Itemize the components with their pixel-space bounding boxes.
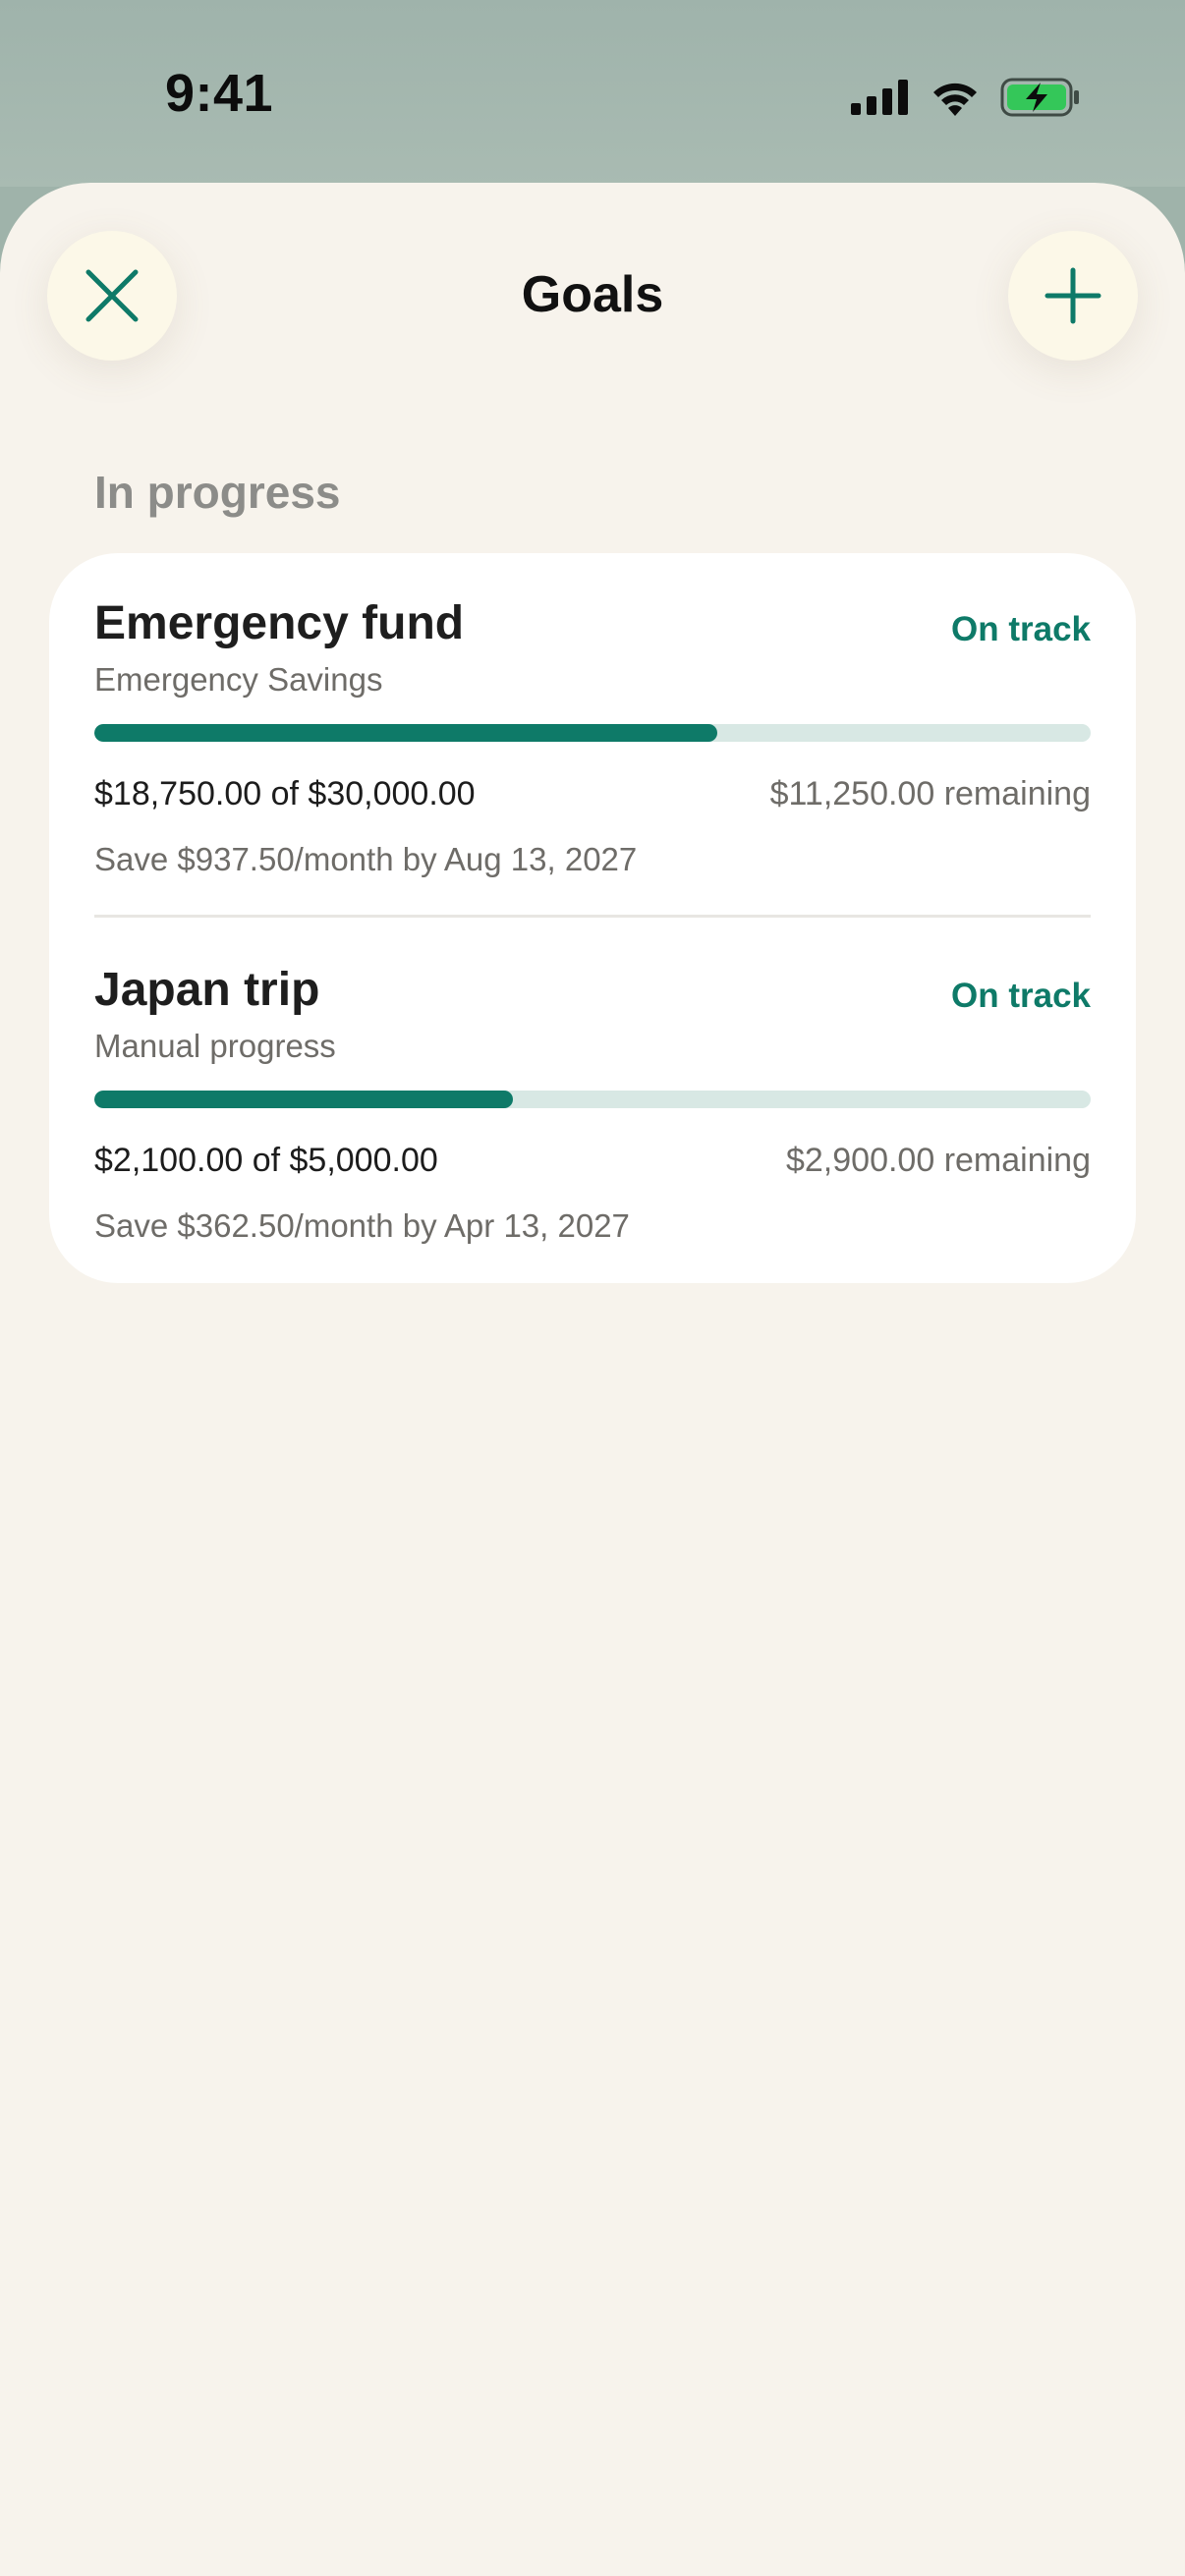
status-time: 9:41 <box>165 64 274 123</box>
goal-remaining: $11,250.00 remaining <box>769 775 1091 812</box>
goal-progress-bar <box>94 724 1091 742</box>
goal-name: Emergency fund <box>94 597 465 649</box>
cellular-signal-icon <box>851 80 908 115</box>
goal-plan: Save $937.50/month by Aug 13, 2027 <box>94 841 638 877</box>
goal-amount: $18,750.00 of $30,000.00 <box>94 775 476 812</box>
goal-remaining: $2,900.00 remaining <box>785 1142 1091 1179</box>
goal-progress-bar <box>94 1091 1091 1108</box>
goal-amount: $2,100.00 of $5,000.00 <box>94 1142 438 1179</box>
goal-progress-fill <box>94 724 717 742</box>
section-title-in-progress: In progress <box>94 467 341 518</box>
goal-status-badge: On track <box>951 610 1091 648</box>
goals-sheet <box>0 183 1185 2576</box>
status-icons <box>851 73 1081 122</box>
add-goal-button[interactable] <box>1008 231 1138 361</box>
battery-charging-icon <box>1000 78 1079 117</box>
goal-source: Emergency Savings <box>94 661 383 698</box>
goals-card: Emergency fund On track Emergency Saving… <box>49 553 1136 1283</box>
plus-icon <box>1044 267 1101 324</box>
goal-source: Manual progress <box>94 1028 336 1064</box>
goal-progress-fill <box>94 1091 513 1108</box>
wifi-icon <box>933 83 977 116</box>
goal-plan: Save $362.50/month by Apr 13, 2027 <box>94 1207 630 1244</box>
status-bar: 9:41 <box>0 0 1185 187</box>
goal-divider <box>94 915 1091 918</box>
goal-name: Japan trip <box>94 964 320 1016</box>
goal-status-badge: On track <box>951 977 1091 1015</box>
